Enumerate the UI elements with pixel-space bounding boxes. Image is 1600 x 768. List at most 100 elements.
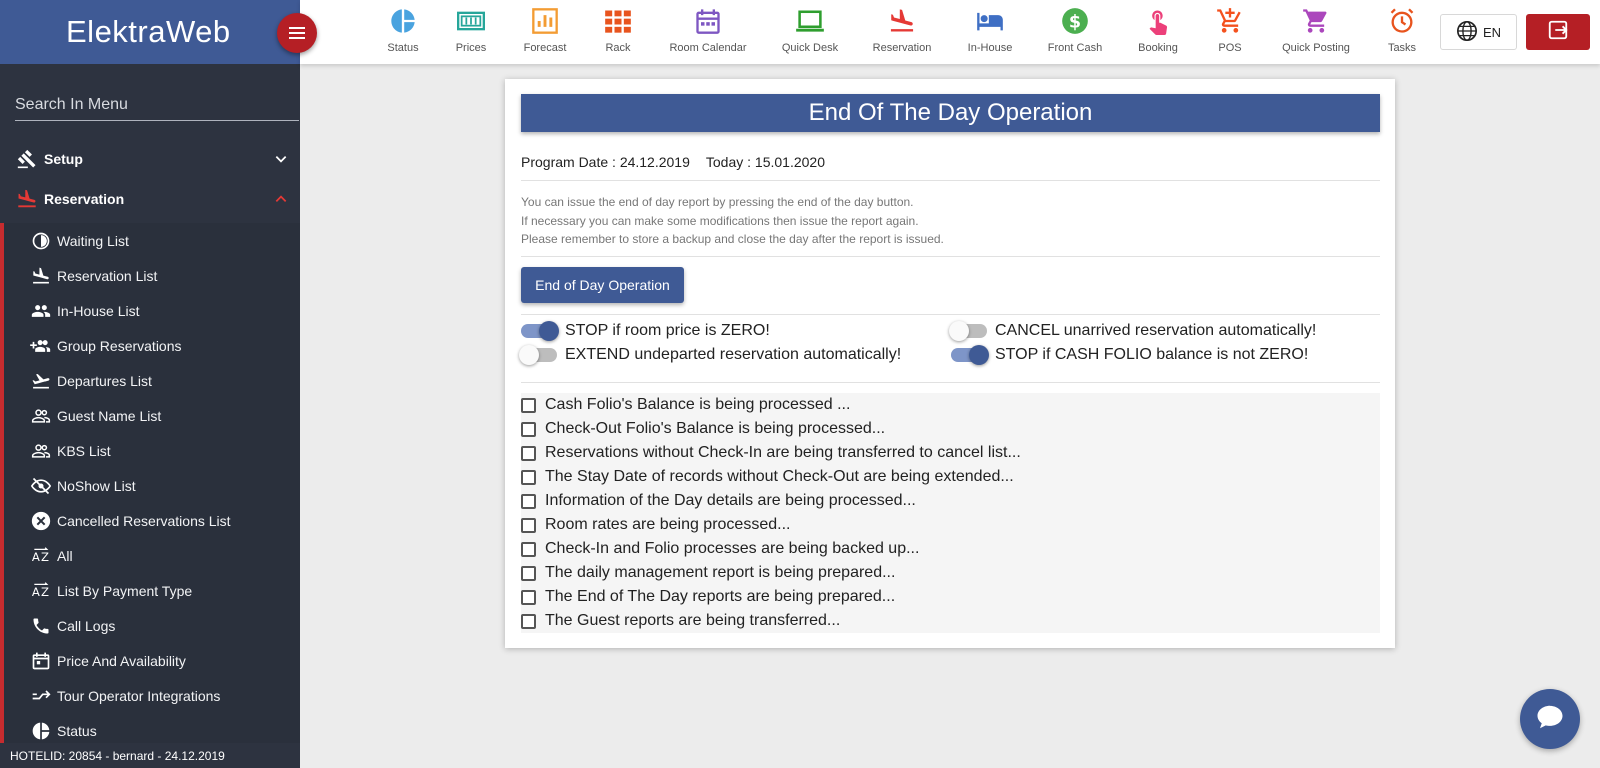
sidebar-item-tour-operator-integrations[interactable]: Tour Operator Integrations <box>4 678 300 713</box>
sidebar-item-kbs-list[interactable]: KBS List <box>4 433 300 468</box>
step-item[interactable]: Room rates are being processed... <box>521 513 1380 537</box>
toolbar-label: Rack <box>605 42 631 54</box>
toggle-switch[interactable] <box>949 321 987 341</box>
sidebar-section-label: Setup <box>44 151 83 167</box>
sidebar-item-label: Tour Operator Integrations <box>57 687 221 704</box>
language-selector[interactable]: EN <box>1440 14 1517 50</box>
laptop-icon <box>795 6 825 36</box>
option-label: STOP if CASH FOLIO balance is not ZERO! <box>995 346 1309 363</box>
sidebar-item-label: KBS List <box>57 442 111 459</box>
checkbox[interactable] <box>521 541 536 557</box>
sidebar-item-guest-name-list[interactable]: Guest Name List <box>4 398 300 433</box>
toolbar-pos[interactable]: POS <box>1185 6 1275 54</box>
option-cancel-unarrived[interactable]: CANCEL unarrived reservation automatical… <box>949 321 1316 341</box>
sidebar-item-label: List By Payment Type <box>57 582 193 599</box>
checkbox[interactable] <box>521 589 536 605</box>
sidebar-item-label: In-House List <box>57 302 140 319</box>
checkbox[interactable] <box>521 613 536 629</box>
toolbar-label: Quick Posting <box>1282 42 1350 54</box>
option-label: EXTEND undeparted reservation automatica… <box>565 346 902 363</box>
step-item[interactable]: The Stay Date of records without Check-O… <box>521 465 1380 489</box>
option-stop-zero-price[interactable]: STOP if room price is ZERO! <box>521 321 770 341</box>
today-date: Today : 15.01.2020 <box>705 154 825 170</box>
language-label: EN <box>1482 24 1502 40</box>
checkbox[interactable] <box>521 493 536 509</box>
brand-header: ElektraWeb <box>0 0 300 64</box>
pie-icon <box>30 720 52 742</box>
step-item[interactable]: The daily management report is being pre… <box>521 561 1380 585</box>
checkbox[interactable] <box>521 445 536 461</box>
sidebar-item-call-logs[interactable]: Call Logs <box>4 608 300 643</box>
globe-icon <box>1456 20 1478 45</box>
sidebar-section-setup[interactable]: Setup <box>0 139 300 179</box>
page-title: End Of The Day Operation <box>521 94 1380 132</box>
sidebar-item-label: NoShow List <box>57 477 136 494</box>
toolbar-label: Booking <box>1138 42 1178 54</box>
svg-text:A: A <box>32 550 40 564</box>
instruction-line: You can issue the end of day report by p… <box>521 195 914 209</box>
step-item[interactable]: Reservations without Check-In are being … <box>521 441 1380 465</box>
hotel-info-footer: HOTELID: 20854 - bernard - 24.12.2019 <box>10 749 225 763</box>
brand-logo[interactable]: ElektraWeb <box>66 14 231 50</box>
chat-button[interactable] <box>1520 689 1580 749</box>
sidebar-item-cancelled-reservations[interactable]: Cancelled Reservations List <box>4 503 300 538</box>
hamburger-menu-button[interactable] <box>277 13 317 53</box>
sidebar-item-waiting-list[interactable]: Waiting List <box>4 223 300 258</box>
price-tag-icon <box>457 6 485 36</box>
toolbar-label: Quick Desk <box>781 42 839 54</box>
toolbar-in-house[interactable]: In-House <box>945 6 1035 54</box>
option-stop-cash-folio[interactable]: STOP if CASH FOLIO balance is not ZERO! <box>951 345 1309 365</box>
sidebar-item-label: Waiting List <box>57 232 129 249</box>
toolbar-quick-posting[interactable]: Quick Posting <box>1271 6 1361 54</box>
toolbar-label: POS <box>1218 42 1242 54</box>
sidebar-item-in-house-list[interactable]: In-House List <box>4 293 300 328</box>
toggle-switch[interactable] <box>519 345 557 365</box>
toolbar-quick-desk[interactable]: Quick Desk <box>765 6 855 54</box>
option-extend-undeparted[interactable]: EXTEND undeparted reservation automatica… <box>519 345 902 365</box>
pie-chart-icon <box>389 6 417 36</box>
step-item[interactable]: Check-In and Folio processes are being b… <box>521 537 1380 561</box>
program-date: Program Date : 24.12.2019 <box>521 154 690 170</box>
step-label: The daily management report is being pre… <box>545 564 896 581</box>
toggle-switch[interactable] <box>521 321 559 341</box>
toolbar-rack[interactable]: Rack <box>573 6 663 54</box>
checkbox[interactable] <box>521 517 536 533</box>
step-label: Cash Folio's Balance is being processed … <box>545 396 851 413</box>
step-item[interactable]: Information of the Day details are being… <box>521 489 1380 513</box>
sidebar-item-list-by-payment-type[interactable]: AZ List By Payment Type <box>4 573 300 608</box>
search-input[interactable] <box>15 96 299 114</box>
logout-button[interactable] <box>1526 14 1590 50</box>
sidebar-item-reservation-list[interactable]: Reservation List <box>4 258 300 293</box>
checkbox[interactable] <box>521 397 536 413</box>
sidebar-item-label: Group Reservations <box>57 337 182 354</box>
sidebar-item-status[interactable]: Status <box>4 713 300 748</box>
toolbar-tasks[interactable]: Tasks <box>1357 6 1447 54</box>
step-item[interactable]: Check-Out Folio's Balance is being proce… <box>521 417 1380 441</box>
logout-icon <box>1547 19 1569 46</box>
calendar-icon <box>694 6 722 36</box>
instruction-line: Please remember to store a backup and cl… <box>521 232 944 246</box>
plane-landing-icon <box>888 6 916 36</box>
sidebar-item-departures-list[interactable]: Departures List <box>4 363 300 398</box>
toolbar-room-calendar[interactable]: Room Calendar <box>663 6 753 54</box>
checkbox[interactable] <box>521 469 536 485</box>
step-label: The Guest reports are being transferred.… <box>545 612 841 629</box>
toolbar-label: Reservation <box>872 42 932 54</box>
sidebar-item-all[interactable]: AZ All <box>4 538 300 573</box>
end-of-day-button[interactable]: End of Day Operation <box>521 267 684 303</box>
checkbox[interactable] <box>521 565 536 581</box>
search-wrap <box>15 96 299 121</box>
sidebar-item-group-reservations[interactable]: Group Reservations <box>4 328 300 363</box>
toolbar-front-cash[interactable]: $ Front Cash <box>1030 6 1120 54</box>
step-item[interactable]: Cash Folio's Balance is being processed … <box>521 393 1380 417</box>
people-outline-icon <box>30 440 52 462</box>
toggle-switch[interactable] <box>951 345 989 365</box>
sidebar-item-price-and-availability[interactable]: Price And Availability <box>4 643 300 678</box>
sidebar-section-reservation[interactable]: Reservation <box>0 179 300 219</box>
step-item[interactable]: The End of The Day reports are being pre… <box>521 585 1380 609</box>
sidebar-item-label: Status <box>57 722 97 739</box>
step-item[interactable]: The Guest reports are being transferred.… <box>521 609 1380 633</box>
toolbar-reservation[interactable]: Reservation <box>857 6 947 54</box>
checkbox[interactable] <box>521 421 536 437</box>
sidebar-item-noshow-list[interactable]: NoShow List <box>4 468 300 503</box>
